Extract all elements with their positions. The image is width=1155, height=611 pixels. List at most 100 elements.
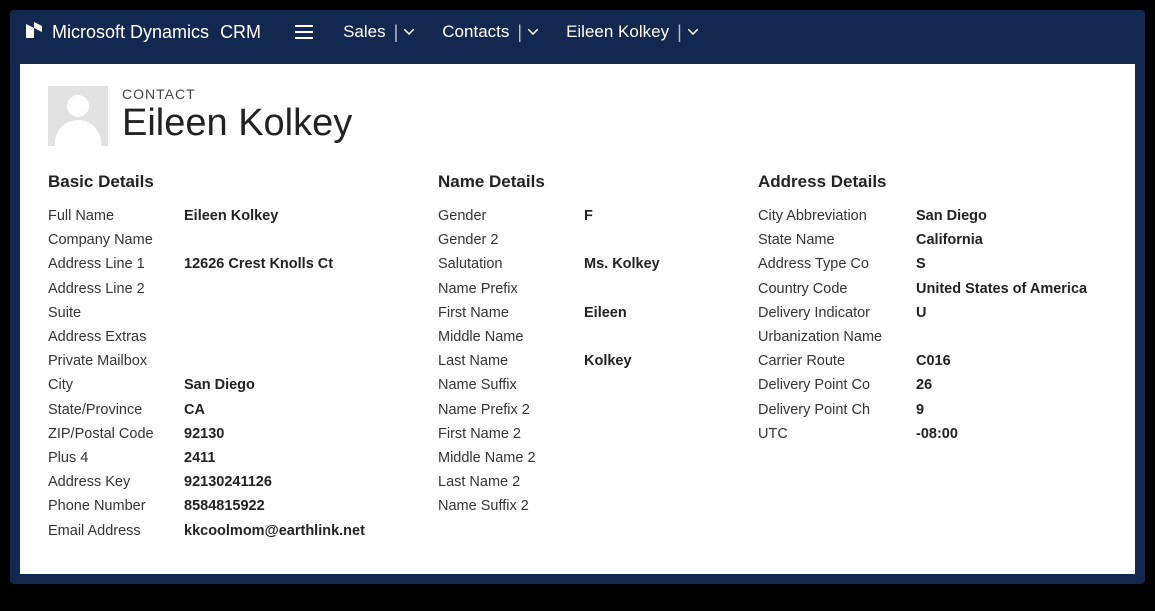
content-panel: CONTACT Eileen Kolkey Basic Details Full…: [20, 64, 1135, 574]
address-field-value[interactable]: California: [916, 228, 1087, 252]
basic-field-value[interactable]: [184, 301, 365, 325]
name-field-row: SalutationMs. Kolkey: [438, 252, 660, 276]
name-field-row: Name Prefix 2: [438, 398, 660, 422]
basic-field-row: CitySan Diego: [48, 373, 365, 397]
name-field-label: Name Prefix 2: [438, 398, 584, 422]
basic-field-value[interactable]: 8584815922: [184, 494, 365, 518]
address-field-label: Delivery Indicator: [758, 301, 916, 325]
address-field-value[interactable]: United States of America: [916, 277, 1087, 301]
basic-field-label: Company Name: [48, 228, 184, 252]
address-field-label: Carrier Route: [758, 349, 916, 373]
name-field-row: Name Suffix: [438, 373, 660, 397]
nav-current-record[interactable]: Eileen Kolkey |: [566, 22, 698, 43]
nav-sales[interactable]: Sales |: [343, 22, 414, 43]
address-field-label: Delivery Point Co: [758, 373, 916, 397]
name-field-row: Middle Name 2: [438, 446, 660, 470]
breadcrumb-nav: Sales | Contacts | Eileen Kolkey |: [343, 22, 698, 43]
name-field-label: Name Suffix: [438, 373, 584, 397]
name-field-value[interactable]: [584, 398, 660, 422]
name-field-value[interactable]: Ms. Kolkey: [584, 252, 660, 276]
basic-field-label: Address Extras: [48, 325, 184, 349]
name-field-label: First Name 2: [438, 422, 584, 446]
basic-field-row: Plus 42411: [48, 446, 365, 470]
address-field-value[interactable]: -08:00: [916, 422, 1087, 446]
name-details-section: Name Details GenderFGender 2SalutationMs…: [438, 172, 758, 543]
address-field-value[interactable]: S: [916, 252, 1087, 276]
nav-separator: |: [517, 22, 522, 43]
basic-field-value[interactable]: [184, 349, 365, 373]
basic-field-row: Email Addresskkcoolmom@earthlink.net: [48, 518, 365, 542]
name-field-value[interactable]: [584, 373, 660, 397]
nav-contacts-label: Contacts: [442, 22, 509, 42]
name-field-label: Salutation: [438, 252, 584, 276]
address-field-label: Urbanization Name: [758, 325, 916, 349]
chevron-down-icon: [688, 29, 698, 35]
basic-field-label: State/Province: [48, 398, 184, 422]
basic-field-row: Private Mailbox: [48, 349, 365, 373]
basic-field-row: Suite: [48, 301, 365, 325]
chevron-down-icon: [404, 29, 414, 35]
basic-details-section: Basic Details Full NameEileen KolkeyComp…: [48, 172, 438, 543]
basic-field-label: Email Address: [48, 518, 184, 542]
avatar: [48, 86, 108, 146]
basic-field-row: Phone Number8584815922: [48, 494, 365, 518]
top-navbar: Microsoft Dynamics CRM Sales | Contacts …: [10, 10, 1145, 54]
chevron-down-icon: [528, 29, 538, 35]
nav-separator: |: [677, 22, 682, 43]
name-field-value[interactable]: [584, 470, 660, 494]
basic-field-value[interactable]: 92130241126: [184, 470, 365, 494]
basic-field-value[interactable]: [184, 325, 365, 349]
basic-field-row: Address Line 2: [48, 277, 365, 301]
address-field-row: Delivery Point Co26: [758, 373, 1087, 397]
name-field-row: First NameEileen: [438, 301, 660, 325]
name-field-row: GenderF: [438, 204, 660, 228]
basic-field-label: Address Key: [48, 470, 184, 494]
address-field-value[interactable]: C016: [916, 349, 1087, 373]
hamburger-menu-icon[interactable]: [295, 25, 313, 39]
address-field-row: Delivery IndicatorU: [758, 301, 1087, 325]
basic-field-value[interactable]: [184, 228, 365, 252]
basic-field-value[interactable]: 92130: [184, 422, 365, 446]
address-field-value[interactable]: U: [916, 301, 1087, 325]
address-field-value[interactable]: 9: [916, 398, 1087, 422]
entity-name: Eileen Kolkey: [122, 104, 352, 142]
basic-field-value[interactable]: Eileen Kolkey: [184, 204, 365, 228]
nav-current-record-label: Eileen Kolkey: [566, 22, 669, 42]
address-field-value[interactable]: San Diego: [916, 204, 1087, 228]
name-field-value[interactable]: Eileen: [584, 301, 660, 325]
basic-field-row: Full NameEileen Kolkey: [48, 204, 365, 228]
basic-field-row: Address Key92130241126: [48, 470, 365, 494]
basic-field-row: Company Name: [48, 228, 365, 252]
brand-text-3: CRM: [220, 22, 261, 42]
address-field-value[interactable]: [916, 325, 1087, 349]
basic-field-label: City: [48, 373, 184, 397]
name-field-value[interactable]: [584, 228, 660, 252]
name-field-value[interactable]: [584, 277, 660, 301]
address-field-row: UTC-08:00: [758, 422, 1087, 446]
basic-field-label: Full Name: [48, 204, 184, 228]
name-field-value[interactable]: [584, 325, 660, 349]
brand-text-1: Microsoft: [52, 22, 125, 42]
basic-field-value[interactable]: kkcoolmom@earthlink.net: [184, 518, 365, 542]
entity-type-label: CONTACT: [122, 86, 352, 102]
name-field-value[interactable]: [584, 422, 660, 446]
address-field-label: City Abbreviation: [758, 204, 916, 228]
basic-field-value[interactable]: 12626 Crest Knolls Ct: [184, 252, 365, 276]
address-field-value[interactable]: 26: [916, 373, 1087, 397]
nav-contacts[interactable]: Contacts |: [442, 22, 538, 43]
address-field-row: Carrier RouteC016: [758, 349, 1087, 373]
basic-field-value[interactable]: CA: [184, 398, 365, 422]
name-field-value[interactable]: Kolkey: [584, 349, 660, 373]
basic-field-value[interactable]: [184, 277, 365, 301]
name-field-value[interactable]: [584, 446, 660, 470]
name-field-value[interactable]: F: [584, 204, 660, 228]
basic-field-label: Private Mailbox: [48, 349, 184, 373]
basic-field-row: ZIP/Postal Code92130: [48, 422, 365, 446]
basic-field-value[interactable]: 2411: [184, 446, 365, 470]
record-header: CONTACT Eileen Kolkey: [48, 86, 1107, 146]
name-field-row: Name Prefix: [438, 277, 660, 301]
name-field-label: Name Suffix 2: [438, 494, 584, 518]
basic-field-value[interactable]: San Diego: [184, 373, 365, 397]
basic-field-row: State/ProvinceCA: [48, 398, 365, 422]
name-field-value[interactable]: [584, 494, 660, 518]
